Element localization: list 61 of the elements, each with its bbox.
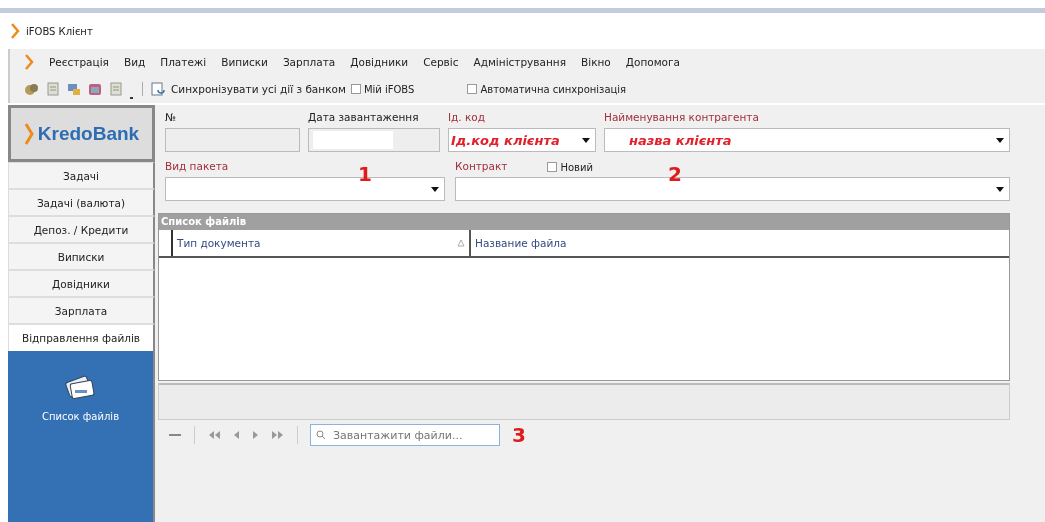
dropdown-arrow-icon[interactable] bbox=[431, 186, 439, 192]
sidebar-item[interactable]: Задачі bbox=[8, 162, 155, 189]
sort-icon[interactable] bbox=[457, 239, 465, 247]
checkbox[interactable] bbox=[350, 84, 361, 94]
sidebar-item[interactable]: Депоз. / Кредити bbox=[8, 216, 155, 243]
document-icon[interactable] bbox=[45, 81, 61, 97]
sidebar-item[interactable]: Довідники bbox=[8, 270, 155, 297]
sync-icon[interactable] bbox=[150, 81, 166, 97]
step-marker: 2 bbox=[668, 162, 682, 186]
date-field[interactable] bbox=[308, 128, 440, 152]
sync-button[interactable]: Синхронізувати усі дії з банком bbox=[171, 83, 346, 95]
step-marker: 1 bbox=[358, 162, 372, 186]
calendar-icon[interactable] bbox=[87, 81, 103, 97]
bank-logo: KredoBank bbox=[8, 105, 155, 162]
last-page-icon[interactable] bbox=[271, 430, 285, 440]
field-label: Контракт bbox=[455, 160, 508, 174]
sidebar-item[interactable]: Виписки bbox=[8, 243, 155, 270]
menu-item[interactable]: Адміністрування bbox=[473, 56, 566, 68]
dropdown-arrow-icon[interactable] bbox=[996, 137, 1004, 143]
checkbox-label: Автоматична синхронізація bbox=[480, 83, 627, 95]
checkbox[interactable] bbox=[467, 84, 478, 94]
field-label: № bbox=[165, 111, 177, 125]
sidebar-item[interactable]: Зарплата bbox=[8, 297, 155, 324]
menu-item[interactable]: Виписки bbox=[221, 56, 268, 68]
step-marker: 3 bbox=[512, 423, 526, 447]
document-icon[interactable] bbox=[108, 81, 124, 97]
checkbox[interactable] bbox=[547, 162, 558, 172]
menu-item[interactable]: Вікно bbox=[581, 56, 611, 68]
field-label: Ід. код bbox=[448, 111, 487, 125]
checkbox-label: Новий bbox=[560, 161, 593, 173]
menu-item[interactable]: Зарплата bbox=[282, 56, 336, 68]
panel-item-label[interactable]: Список файлів bbox=[41, 411, 120, 422]
sidebar-item[interactable]: Задачі (валюта) bbox=[8, 189, 155, 216]
app-logo-icon bbox=[10, 23, 20, 39]
field-label: Дата завантаження bbox=[308, 111, 420, 125]
app-logo-icon bbox=[24, 54, 34, 70]
menu-item[interactable]: Довідники bbox=[350, 56, 409, 68]
dropdown-arrow-icon[interactable] bbox=[582, 137, 590, 143]
sidebar-item[interactable]: Відправлення файлів bbox=[8, 324, 155, 351]
menu-item[interactable]: Сервіс bbox=[423, 56, 459, 68]
menu-item[interactable]: Реєстрація bbox=[49, 56, 109, 68]
field-label: Найменування контрагента bbox=[604, 111, 760, 125]
number-field[interactable] bbox=[165, 128, 300, 152]
id-code-combo[interactable]: Ід.код клієнта bbox=[448, 128, 596, 152]
checkbox-label: Мій iFOBS bbox=[363, 83, 415, 95]
menu-item[interactable]: Платежі bbox=[160, 56, 207, 68]
next-icon[interactable] bbox=[252, 430, 259, 440]
dropdown-arrow-icon[interactable] bbox=[996, 186, 1004, 192]
coins-icon[interactable] bbox=[24, 81, 40, 97]
menu-item[interactable]: Допомога bbox=[625, 56, 680, 68]
menu-item[interactable]: Вид bbox=[123, 56, 146, 68]
first-page-icon[interactable] bbox=[207, 430, 221, 440]
counterparty-combo[interactable]: назва клієнта bbox=[604, 128, 1010, 152]
column-header[interactable]: Тип документа bbox=[173, 230, 457, 256]
column-header[interactable]: Название файла bbox=[471, 230, 567, 256]
windows-icon[interactable] bbox=[66, 81, 82, 97]
search-field[interactable]: Завантажити файли... bbox=[310, 424, 500, 446]
previous-icon[interactable] bbox=[233, 430, 240, 440]
window-title: iFOBS Клієнт bbox=[26, 25, 93, 37]
grid-title: Список файлів bbox=[159, 214, 1009, 230]
search-icon bbox=[316, 430, 326, 440]
